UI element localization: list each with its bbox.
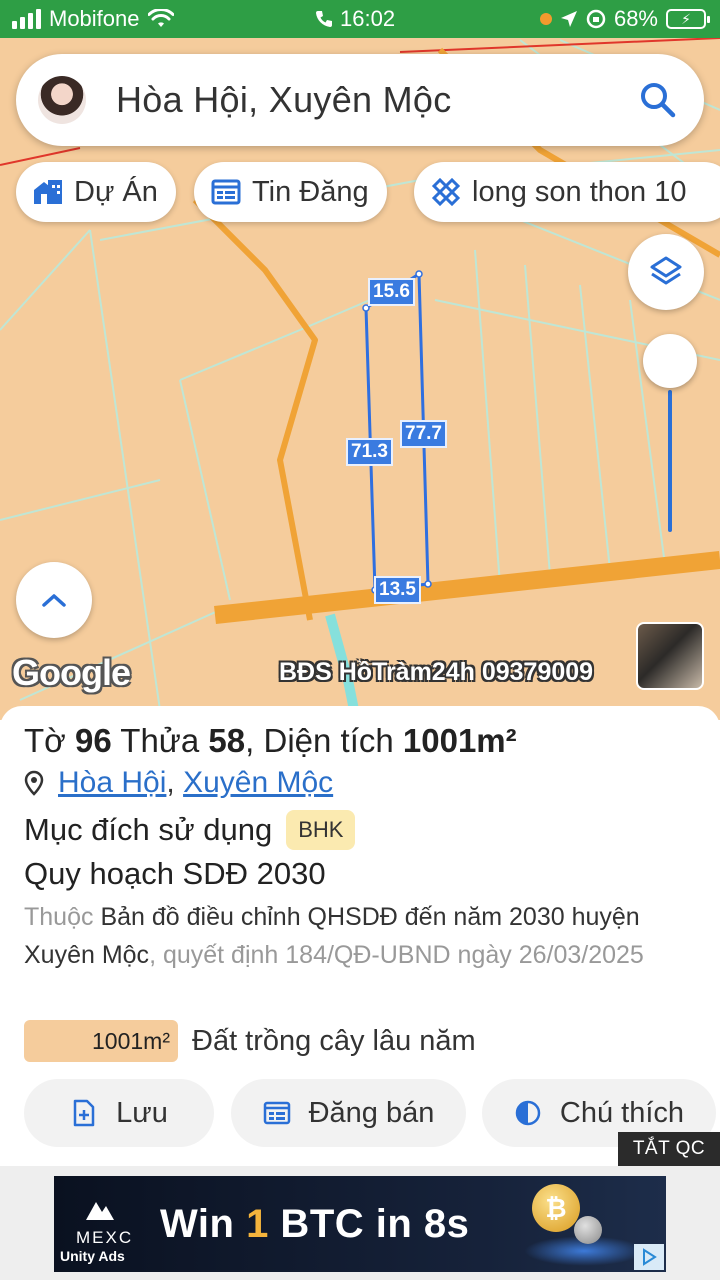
ad-banner[interactable]: MEXC Unity Ads Win 1 BTC in 8s ₿ xyxy=(54,1176,666,1272)
post-sale-button[interactable]: Đăng bán xyxy=(231,1079,466,1147)
status-bar: Mobifone 16:02 68% ⚡ xyxy=(0,0,720,38)
streetview-thumbnail[interactable] xyxy=(636,622,704,690)
signal-icon xyxy=(12,9,41,29)
opacity-slider-track[interactable] xyxy=(668,390,672,532)
search-input[interactable]: Hòa Hội, Xuyên Mộc xyxy=(116,79,452,121)
chip-label: long son thon 10 xyxy=(472,175,687,208)
building-icon xyxy=(34,180,62,204)
location-arrow-icon xyxy=(560,11,577,27)
purpose-badge: BHK xyxy=(286,810,356,850)
sheet-number: 96 xyxy=(74,722,112,759)
battery-percent: 68% xyxy=(613,6,658,31)
land-type-label: Đất trồng cây lâu năm xyxy=(192,1024,476,1057)
plan-description: Thuộc Bản đồ điều chỉnh QHSDĐ đến năm 20… xyxy=(24,903,644,969)
dimension-right-label: 77.7 xyxy=(400,420,447,448)
avatar[interactable] xyxy=(38,76,86,124)
add-file-icon xyxy=(73,1099,95,1127)
chevron-up-icon xyxy=(42,594,66,607)
chip-label: Tin Đăng xyxy=(252,175,369,208)
save-button[interactable]: Lưu xyxy=(24,1079,214,1147)
layers-icon xyxy=(650,256,682,285)
wifi-icon xyxy=(147,9,174,27)
close-ad-button[interactable]: TẮT QC xyxy=(618,1132,720,1166)
dimension-left-label: 71.3 xyxy=(346,438,393,466)
parcel-location: Hòa Hội, Xuyên Mộc xyxy=(24,766,333,800)
commune-link[interactable]: Hòa Hội xyxy=(58,766,166,799)
plot-number: 58 xyxy=(208,722,246,759)
ad-headline: Win 1 BTC in 8s xyxy=(160,1202,470,1246)
ad-network: Unity Ads xyxy=(60,1248,125,1264)
expand-panel-button[interactable] xyxy=(16,562,92,638)
land-type-row: 1001m² Đất trồng cây lâu năm xyxy=(24,1020,476,1062)
chip-du-an[interactable]: Dự Án xyxy=(16,162,176,222)
district-link[interactable]: Xuyên Mộc xyxy=(183,766,333,799)
mexc-logo-icon xyxy=(86,1202,114,1220)
search-bar[interactable]: Hòa Hội, Xuyên Mộc xyxy=(16,54,704,146)
ad-brand: MEXC xyxy=(76,1228,134,1247)
google-logo: Google xyxy=(12,652,131,693)
layers-button[interactable] xyxy=(628,234,704,310)
battery-icon: ⚡ xyxy=(666,9,710,29)
land-use-purpose: Mục đích sử dụng BHK xyxy=(24,810,356,850)
opacity-slider-handle[interactable] xyxy=(643,334,697,388)
chip-long-son-thon-10[interactable]: long son thon 10 xyxy=(414,162,720,222)
chip-tin-dang[interactable]: Tin Đăng xyxy=(194,162,387,222)
dimension-top-label: 15.6 xyxy=(368,278,415,306)
silver-coin-icon xyxy=(574,1216,602,1244)
watermark-text: BĐS HồTràm24h 09379009 xyxy=(279,658,594,686)
carrier-name: Mobifone xyxy=(49,6,140,31)
plan-title: Quy hoạch SDĐ 2030 xyxy=(24,856,326,891)
contrast-icon xyxy=(515,1100,541,1126)
search-icon[interactable] xyxy=(638,80,678,120)
dimension-bottom-label: 13.5 xyxy=(374,576,421,604)
listing-icon xyxy=(263,1101,290,1125)
chip-label: Dự Án xyxy=(74,175,158,208)
location-pin-icon xyxy=(24,770,44,796)
parcel-title: Tờ 96 Thửa 58, Diện tích 1001m² xyxy=(24,722,517,759)
listing-icon xyxy=(211,179,241,205)
land-area-swatch: 1001m² xyxy=(24,1020,178,1062)
recording-dot-icon xyxy=(539,13,552,25)
rotation-lock-icon xyxy=(586,9,606,29)
ad-info-icon[interactable] xyxy=(634,1244,664,1270)
clock: 16:02 xyxy=(340,6,396,31)
bitcoin-coin-icon: ₿ xyxy=(532,1184,580,1232)
ruler-icon xyxy=(431,177,461,207)
area-value: 1001m² xyxy=(402,722,517,759)
phone-icon xyxy=(316,11,332,27)
